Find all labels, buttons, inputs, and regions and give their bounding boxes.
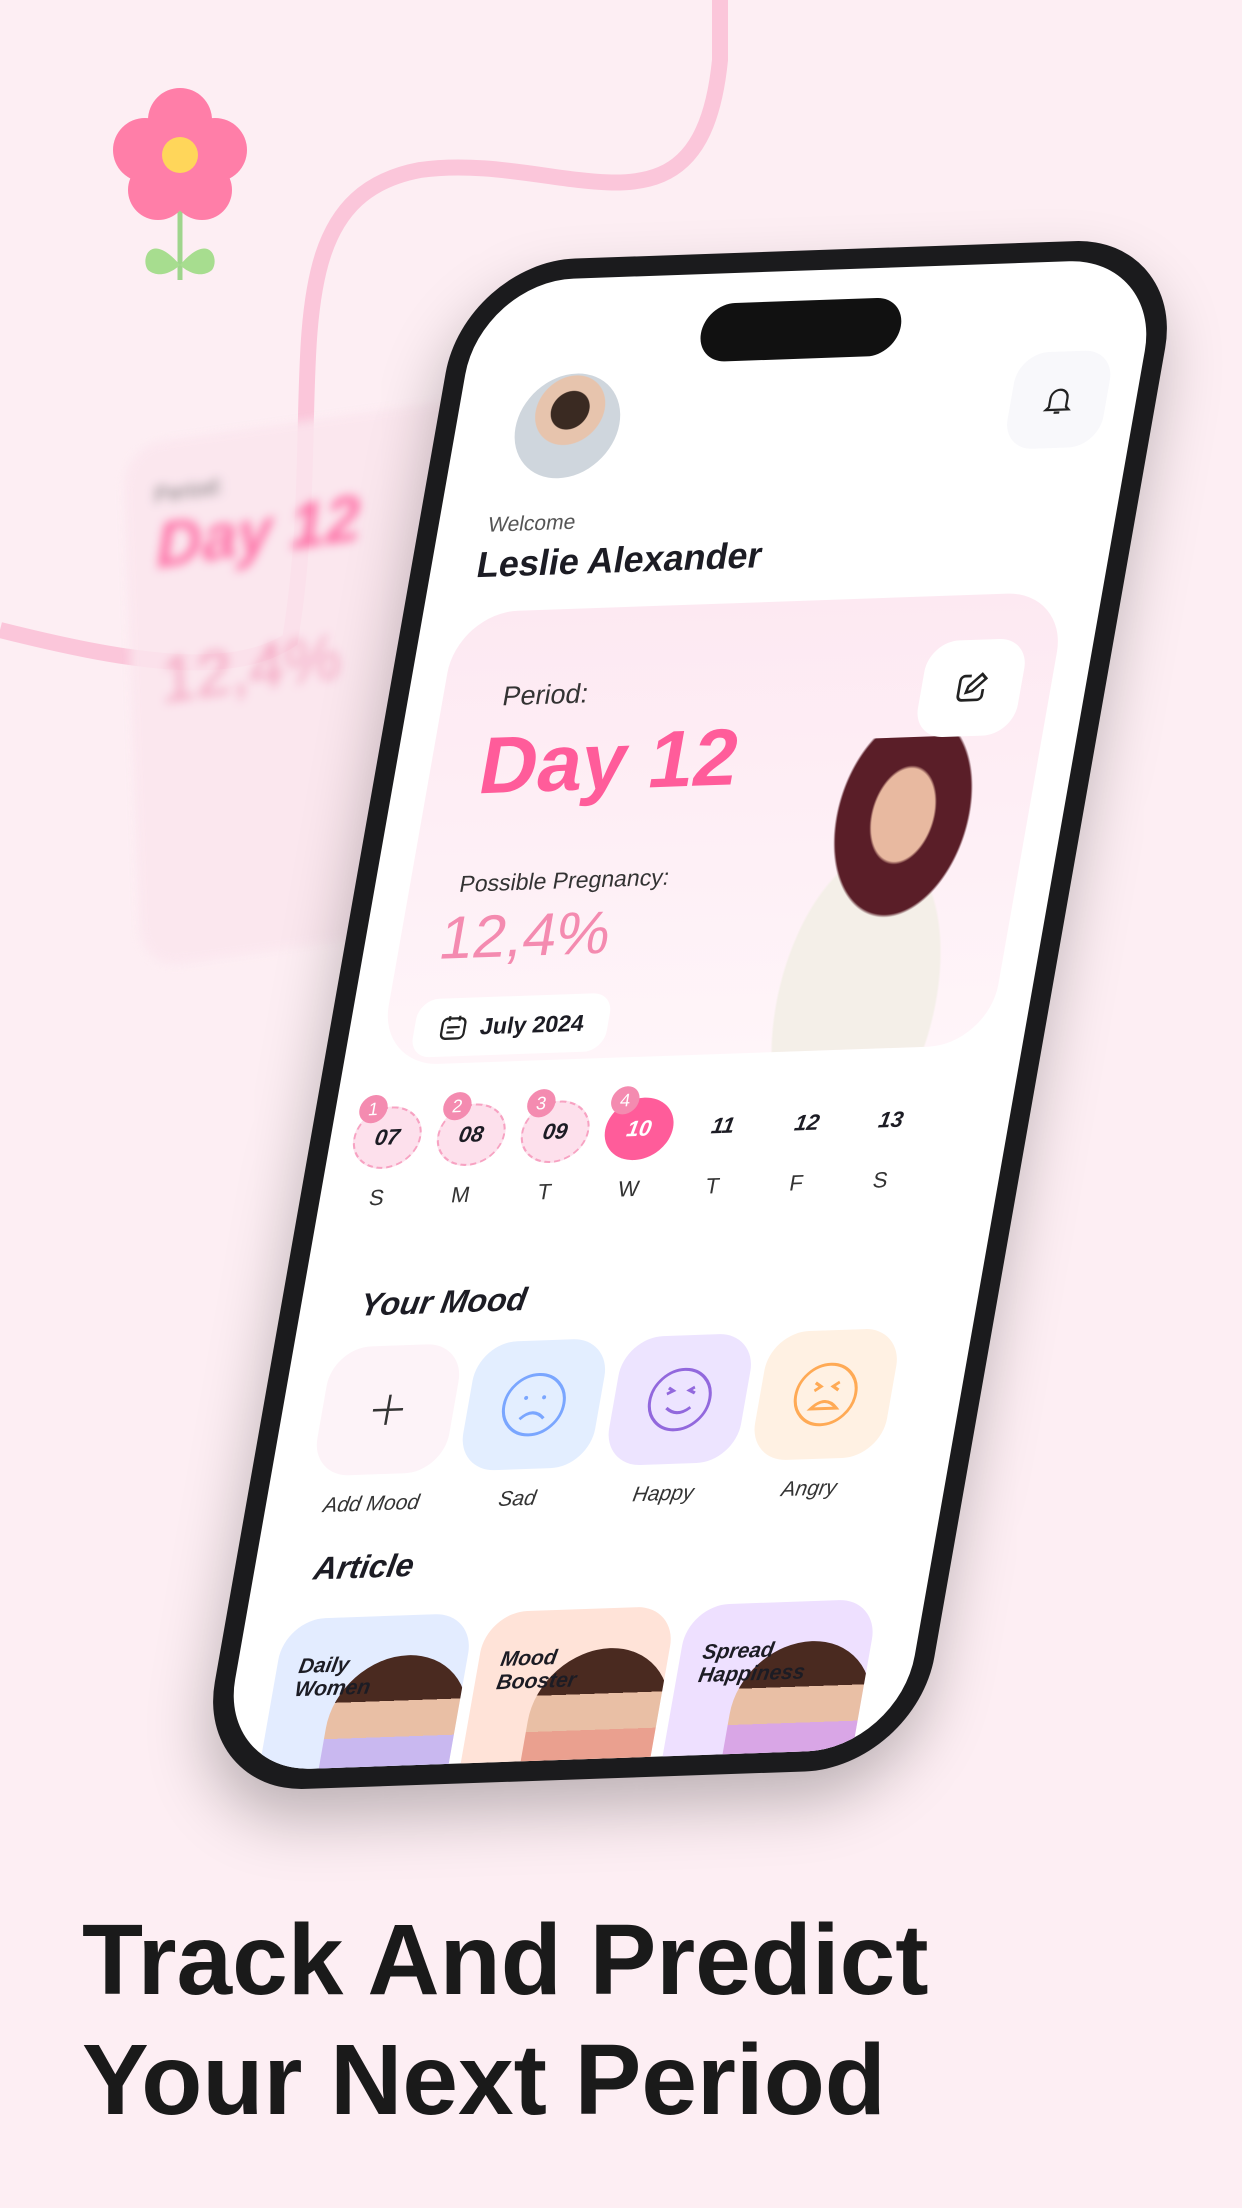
calendar-day[interactable]: 1 07 S <box>337 1089 432 1212</box>
article-title-label: Daily Women <box>292 1653 373 1702</box>
weekday-label: F <box>787 1170 806 1196</box>
mood-label: Add Mood <box>321 1490 422 1518</box>
calendar-day[interactable]: 13 S <box>841 1071 936 1194</box>
dynamic-island <box>695 297 906 363</box>
mood-tile <box>748 1327 904 1462</box>
period-label: Period: <box>500 678 592 712</box>
article-card[interactable]: Mood Booster <box>451 1605 678 1772</box>
mood-tile <box>310 1343 466 1477</box>
welcome-label: Welcome <box>486 510 578 537</box>
weekday-label: M <box>449 1181 473 1208</box>
mood-sad[interactable]: Sad <box>449 1337 612 1514</box>
calendar-icon <box>439 1015 467 1040</box>
mood-title: Your Mood <box>357 1280 530 1323</box>
month-label: July 2024 <box>478 1009 587 1039</box>
article-title-label: Mood Booster <box>494 1645 579 1695</box>
pregnancy-value: 12,4% <box>434 898 617 972</box>
user-name: Leslie Alexander <box>473 534 766 586</box>
plus-icon <box>372 1394 404 1425</box>
angry-face-icon <box>793 1362 858 1427</box>
mood-tile <box>456 1337 612 1472</box>
period-card: Period: Day 12 Possible Pregnancy: 12,4%… <box>378 591 1068 1066</box>
month-selector[interactable]: July 2024 <box>409 992 614 1058</box>
weekday-label: T <box>703 1172 722 1199</box>
day-number: 11 <box>709 1112 737 1139</box>
calendar-strip: 1 07 S 2 08 M 3 09 T 4 10 W 11 T 12 F 13 S <box>337 1071 936 1212</box>
weekday-label: S <box>367 1184 387 1211</box>
mood-add-mood[interactable]: Add Mood <box>303 1343 466 1519</box>
pregnancy-label: Possible Pregnancy: <box>457 863 672 898</box>
day-number: 12 <box>792 1109 822 1136</box>
avatar[interactable] <box>506 371 629 481</box>
happy-face-icon <box>647 1367 712 1432</box>
notification-button[interactable] <box>1002 349 1116 450</box>
article-card[interactable]: Spread Happiness <box>653 1598 880 1772</box>
calendar-day[interactable]: 2 08 M <box>421 1086 516 1209</box>
calendar-day[interactable]: 12 F <box>757 1074 852 1197</box>
mood-label: Angry <box>779 1476 839 1502</box>
sad-face-icon <box>501 1372 566 1437</box>
headline: Track And Predict Your Next Period <box>82 1900 1182 2140</box>
headline-line-1: Track And Predict <box>82 1904 929 2016</box>
period-day: Day 12 <box>472 711 747 811</box>
day-number: 13 <box>876 1106 906 1133</box>
headline-line-2: Your Next Period <box>82 2024 886 2136</box>
woman-photo <box>707 732 1043 1055</box>
edit-button[interactable] <box>912 637 1030 739</box>
edit-icon <box>956 672 989 702</box>
weekday-label: W <box>615 1175 642 1202</box>
article-title: Article <box>311 1546 418 1587</box>
article-card[interactable]: Daily Women <box>249 1612 476 1772</box>
mood-happy[interactable]: Happy <box>595 1332 758 1509</box>
bell-icon <box>1042 388 1071 414</box>
mood-angry[interactable]: Angry <box>741 1327 904 1504</box>
article-list: Daily Women Mood Booster Spread Happiness <box>249 1598 880 1772</box>
mood-tile <box>602 1332 758 1467</box>
mood-list: Add Mood Sad Happy Angry <box>303 1327 904 1519</box>
mood-label: Sad <box>496 1486 539 1512</box>
calendar-day[interactable]: 11 T <box>673 1077 768 1200</box>
article-title-label: Spread Happiness <box>696 1638 807 1688</box>
calendar-day[interactable]: 3 09 T <box>505 1083 600 1206</box>
flower-icon <box>113 88 247 280</box>
weekday-label: T <box>535 1178 554 1205</box>
calendar-day[interactable]: 4 10 W <box>589 1080 684 1203</box>
mood-label: Happy <box>630 1481 696 1507</box>
weekday-label: S <box>870 1167 890 1193</box>
